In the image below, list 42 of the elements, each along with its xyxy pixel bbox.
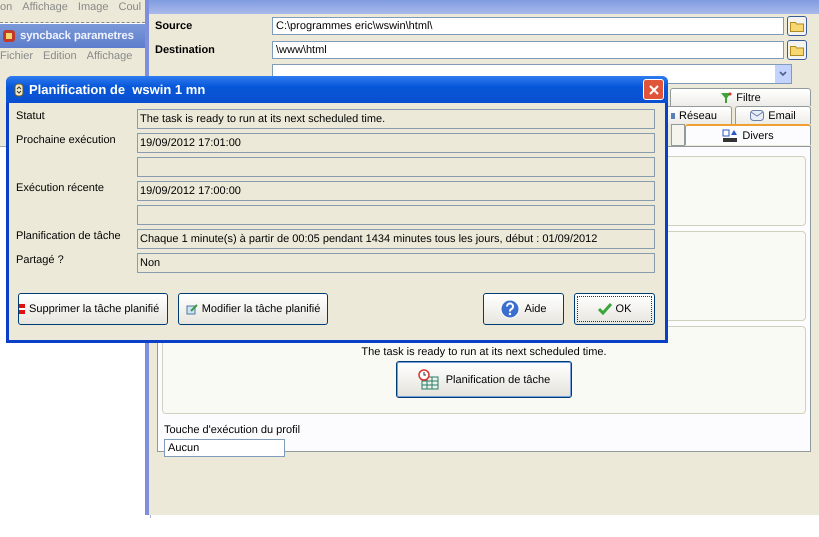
browse-button[interactable]: [787, 16, 807, 36]
tab[interactable]: Filtre: [670, 88, 811, 106]
delete-icon: [19, 304, 25, 314]
tab[interactable]: Email: [735, 106, 811, 124]
readonly-field: Non: [137, 253, 655, 273]
ok-button[interactable]: OK: [574, 293, 655, 325]
field-label: Statut: [16, 109, 46, 122]
readonly-field: Chaque 1 minute(s) à partir de 00:05 pendant 1434 minutes tous les jours, début : 01/09/2012: [137, 229, 655, 249]
status-text: The task is ready to run at its next scheduled time.: [361, 346, 607, 358]
delete-button[interactable]: Supprimer la tâche planifié: [18, 293, 168, 325]
field-label: Partagé ?: [16, 253, 65, 266]
browse-button[interactable]: [787, 40, 807, 60]
folder-icon: [790, 20, 804, 32]
schedule-button[interactable]: Planification de tâche: [396, 361, 572, 398]
funnel-icon: [720, 92, 732, 104]
field-label: Planification de tâche: [16, 229, 122, 242]
tab[interactable]: Divers: [685, 124, 811, 145]
app-icon: [2, 29, 16, 43]
help-button[interactable]: Aide: [483, 293, 564, 325]
dialog-title: Planification de wswin 1 mn: [29, 82, 206, 97]
hotkey-field[interactable]: Aucun: [164, 439, 285, 457]
edit-icon: [186, 303, 198, 315]
close-button[interactable]: [643, 79, 664, 100]
edit-button[interactable]: Modifier la tâche planifié: [178, 293, 328, 325]
destination-field[interactable]: \www\html: [272, 41, 784, 59]
field-label: Destination: [155, 44, 216, 56]
close-icon: [648, 84, 658, 94]
field-label: Exécution récente: [16, 181, 106, 194]
source-field[interactable]: C:\programmes eric\wswin\html\: [272, 17, 784, 35]
field-label: Prochaine exécution: [16, 133, 117, 146]
field-label: Source: [155, 20, 194, 32]
field-label: Touche d'exécution du profil: [164, 424, 302, 436]
envelope-icon: [750, 110, 764, 121]
folder-icon: [790, 44, 804, 56]
readonly-field: 19/09/2012 17:01:00: [137, 133, 655, 153]
help-icon: [500, 299, 520, 319]
readonly-field: 19/09/2012 17:00:00: [137, 181, 655, 201]
readonly-field: The task is ready to run at its next scheduled time.: [137, 109, 655, 129]
app-icon: [14, 82, 24, 96]
tab[interactable]: [671, 124, 685, 146]
window-title: syncback parametres: [20, 30, 134, 42]
checkmark-icon: [598, 303, 612, 315]
